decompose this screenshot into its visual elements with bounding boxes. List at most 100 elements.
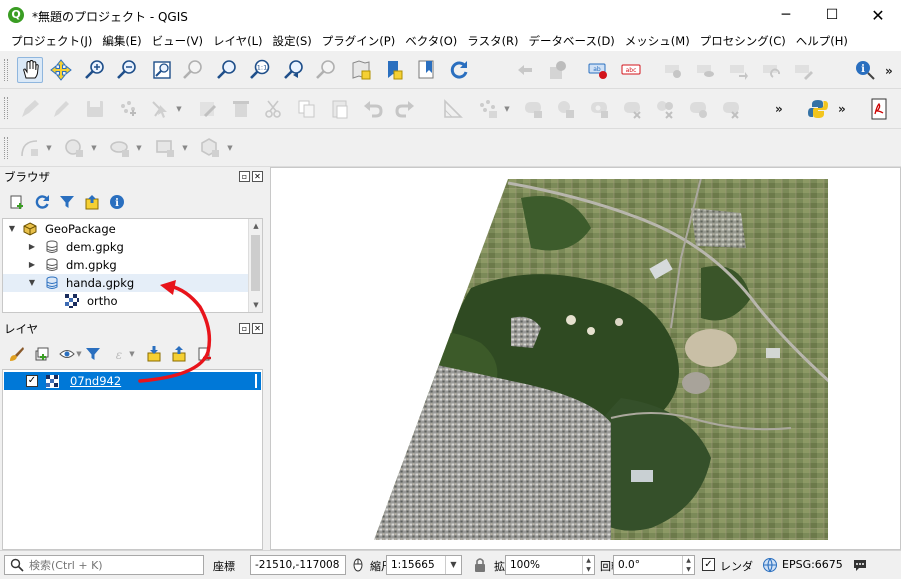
add-rectangle-icon[interactable]	[152, 135, 178, 161]
label-highlight-icon[interactable]: abc	[618, 57, 644, 83]
menu-project[interactable]: プロジェクト(J)	[6, 31, 97, 51]
zoom-in-icon[interactable]	[82, 57, 108, 83]
toolbar-grip[interactable]	[4, 137, 8, 159]
menu-vector[interactable]: ベクタ(O)	[400, 31, 462, 51]
menu-plugins[interactable]: プラグイン(P)	[317, 31, 400, 51]
minimize-button[interactable]: ─	[763, 0, 809, 31]
label-rotate-icon[interactable]	[758, 57, 784, 83]
zoom-to-selection-icon[interactable]	[180, 57, 206, 83]
layer-visibility-checkbox[interactable]: ✓	[26, 375, 38, 387]
zoom-full-icon[interactable]	[149, 57, 175, 83]
copy-features-icon[interactable]	[294, 96, 320, 122]
properties-info-icon[interactable]: i	[108, 193, 126, 211]
messages-icon[interactable]	[852, 557, 868, 573]
collapse-all-icon[interactable]	[83, 193, 101, 211]
menu-database[interactable]: データベース(D)	[524, 31, 620, 51]
crs-label[interactable]: EPSG:6675	[782, 558, 843, 571]
refresh-browser-icon[interactable]	[33, 193, 51, 211]
add-ellipse-icon[interactable]	[107, 135, 133, 161]
render-checkbox[interactable]: ✓	[702, 558, 715, 571]
panel-close-icon[interactable]: ✕	[252, 323, 263, 334]
magnifier-spinbox[interactable]: 100% ▲ ▼	[505, 555, 595, 575]
panel-close-icon[interactable]: ✕	[252, 171, 263, 182]
paste-features-icon[interactable]	[327, 96, 353, 122]
filter-legend-icon[interactable]	[84, 345, 102, 363]
pan-hand-icon[interactable]	[17, 57, 43, 83]
menu-view[interactable]: ビュー(V)	[147, 31, 208, 51]
add-selected-layers-icon[interactable]	[8, 193, 26, 211]
scale-combobox[interactable]: 1:15665 ▼	[386, 555, 462, 575]
add-part-icon[interactable]	[553, 96, 579, 122]
delete-selected-icon[interactable]	[228, 96, 254, 122]
fill-ring-icon[interactable]	[586, 96, 612, 122]
browser-scrollbar[interactable]: ▲ ▼	[248, 219, 262, 312]
toolbar-overflow-3[interactable]: »	[838, 102, 846, 116]
toolbar-grip[interactable]	[4, 97, 8, 119]
ellipse-dropdown[interactable]: ▼	[135, 135, 143, 161]
add-group-icon[interactable]	[33, 345, 51, 363]
pan-arrow-icon[interactable]	[512, 57, 538, 83]
rotation-spinbox[interactable]: 0.0° ▲ ▼	[613, 555, 695, 575]
collapsed-arrow-icon[interactable]: ▶	[27, 256, 37, 274]
tree-item-dm[interactable]: ▶ dm.gpkg	[3, 256, 262, 274]
add-ring-icon[interactable]	[475, 96, 501, 122]
manage-visibility-eye-icon[interactable]	[58, 345, 76, 363]
tree-item-ortho[interactable]: ortho	[3, 292, 262, 310]
toolbar-overflow-2[interactable]: »	[775, 102, 783, 116]
identify-features-icon[interactable]: i	[852, 57, 878, 83]
scale-dropdown-arrow-icon[interactable]: ▼	[445, 556, 461, 574]
zoom-out-icon[interactable]	[114, 57, 140, 83]
scroll-up-icon[interactable]: ▲	[249, 219, 262, 233]
python-console-icon[interactable]	[805, 96, 831, 122]
add-circle-icon[interactable]	[61, 135, 87, 161]
maximize-button[interactable]: ☐	[809, 0, 855, 31]
delete-part-icon[interactable]	[652, 96, 678, 122]
crs-globe-icon[interactable]	[762, 557, 778, 573]
redo-icon[interactable]	[392, 96, 418, 122]
collapsed-arrow-icon[interactable]: ▶	[27, 238, 37, 256]
filter-dropdown[interactable]: ▼	[128, 345, 136, 363]
menu-help[interactable]: ヘルプ(H)	[791, 31, 853, 51]
label-pin-icon[interactable]: ab	[585, 57, 611, 83]
coordinate-mouse-icon[interactable]	[350, 557, 366, 573]
tree-item-handa[interactable]: ▼ handa.gpkg	[3, 274, 262, 292]
menu-layer[interactable]: レイヤ(L)	[208, 31, 268, 51]
new-bookmark-icon[interactable]	[381, 57, 407, 83]
menu-raster[interactable]: ラスタ(R)	[462, 31, 523, 51]
undo-icon[interactable]	[360, 96, 386, 122]
vertex-tool-dropdown[interactable]: ▼	[175, 96, 183, 122]
label-pin-disabled-icon[interactable]	[660, 57, 686, 83]
pan-to-selection-icon[interactable]	[48, 57, 74, 83]
identify-layers-icon[interactable]	[545, 57, 571, 83]
label-move-icon[interactable]	[725, 57, 751, 83]
scroll-thumb[interactable]	[251, 235, 260, 291]
collapse-all-layers-icon[interactable]	[170, 345, 188, 363]
circle-dropdown[interactable]: ▼	[90, 135, 98, 161]
panel-float-icon[interactable]: ▫	[239, 323, 250, 334]
new-map-view-icon[interactable]	[348, 57, 374, 83]
lock-scale-icon[interactable]	[472, 557, 488, 573]
zoom-to-layer-icon[interactable]	[214, 57, 240, 83]
cut-features-icon[interactable]	[261, 96, 287, 122]
label-change-icon[interactable]	[790, 57, 816, 83]
rectangle-dropdown[interactable]: ▼	[181, 135, 189, 161]
filter-browser-icon[interactable]	[58, 193, 76, 211]
offset-curve-icon[interactable]	[718, 96, 744, 122]
rotation-spin-arrows[interactable]: ▲ ▼	[682, 556, 694, 574]
delete-ring-icon[interactable]	[619, 96, 645, 122]
expanded-arrow-icon[interactable]: ▼	[27, 274, 37, 292]
simplify-feature-icon[interactable]	[520, 96, 546, 122]
filter-expression-icon[interactable]: ε	[110, 345, 128, 363]
toggle-editing-pencil-icon[interactable]	[48, 96, 74, 122]
reshape-features-icon[interactable]	[685, 96, 711, 122]
save-edits-icon[interactable]	[82, 96, 108, 122]
regular-polygon-dropdown[interactable]: ▼	[226, 135, 234, 161]
magnifier-spin-arrows[interactable]: ▲ ▼	[582, 556, 594, 574]
digitize-shape-icon[interactable]	[440, 96, 466, 122]
vertex-tool-icon[interactable]	[148, 96, 174, 122]
expand-all-icon[interactable]	[145, 345, 163, 363]
tree-item-dem[interactable]: ▶ dem.gpkg	[3, 238, 262, 256]
map-canvas[interactable]	[270, 167, 901, 550]
menu-edit[interactable]: 編集(E)	[97, 31, 146, 51]
label-show-hide-icon[interactable]	[692, 57, 718, 83]
